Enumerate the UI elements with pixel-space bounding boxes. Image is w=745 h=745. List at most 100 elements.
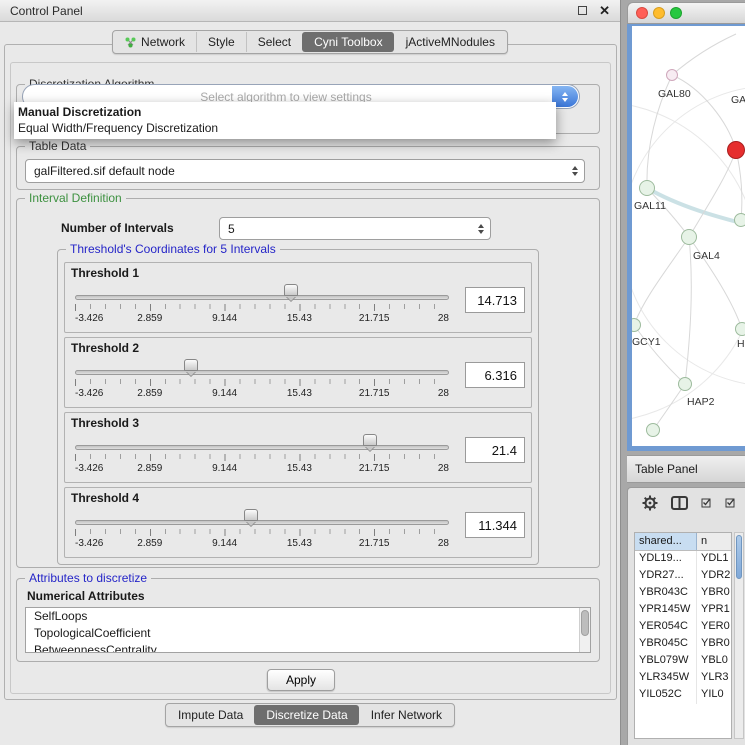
slider-thumb[interactable] [284, 284, 298, 296]
network-node[interactable] [681, 229, 697, 245]
table-row[interactable]: YLR345WYLR3 [635, 670, 731, 687]
threshold-1-slider[interactable]: -3.4262.8599.14415.4321.71528 [75, 282, 449, 330]
tab-style[interactable]: Style [196, 32, 246, 52]
network-node[interactable] [678, 377, 692, 391]
threshold-3-label: Threshold 3 [71, 416, 525, 432]
bottom-tab-bar: Impute DataDiscretize DataInfer Network [0, 703, 620, 727]
tab-cyni-toolbox[interactable]: Cyni Toolbox [302, 32, 393, 52]
threshold-2-label: Threshold 2 [71, 341, 525, 357]
column-header-name[interactable]: n [697, 533, 731, 550]
network-node[interactable] [666, 69, 678, 81]
network-icon [125, 37, 136, 48]
slider-track[interactable] [75, 295, 449, 300]
list-item[interactable]: TopologicalCoefficient [26, 625, 590, 642]
checkbox-icon[interactable] [701, 497, 712, 511]
threshold-3-value-field[interactable] [465, 437, 525, 463]
slider-scale-labels: -3.4262.8599.14415.4321.71528 [75, 313, 449, 325]
scale-label: 28 [438, 388, 449, 399]
column-header-shared-name[interactable]: shared... [635, 533, 697, 550]
slider-thumb[interactable] [184, 359, 198, 371]
numerical-attributes-list[interactable]: SelfLoopsTopologicalCoefficientBetweenne… [25, 607, 591, 653]
columns-icon[interactable] [671, 496, 688, 513]
scale-label: 21.715 [359, 463, 390, 474]
dropdown-option-manual-discretization[interactable]: Manual Discretization [14, 104, 556, 120]
table-row[interactable]: YDL19...YDL1 [635, 551, 731, 568]
close-icon[interactable]: ✕ [599, 3, 610, 19]
slider-scale-labels: -3.4262.8599.14415.4321.71528 [75, 388, 449, 400]
network-node-label: GA [731, 94, 745, 106]
table-data-combobox[interactable]: galFiltered.sif default node [25, 159, 585, 183]
threshold-3-slider[interactable]: -3.4262.8599.14415.4321.71528 [75, 432, 449, 480]
table-row[interactable]: YBR043CYBR0 [635, 585, 731, 602]
cell-name: YBL0 [697, 653, 731, 670]
threshold-4-value-field[interactable] [465, 512, 525, 538]
scale-label: 21.715 [359, 388, 390, 399]
scale-label: -3.426 [75, 463, 103, 474]
minimize-traffic-light-icon[interactable] [653, 7, 665, 19]
table-scrollbar[interactable] [734, 532, 744, 739]
slider-track[interactable] [75, 520, 449, 525]
node-attribute-table[interactable]: shared... n YDL19...YDL1YDR27...YDR2YBR0… [634, 532, 732, 739]
threshold-2-value-field[interactable] [465, 362, 525, 388]
slider-track[interactable] [75, 370, 449, 375]
stepper-arrows-icon[interactable] [478, 224, 484, 234]
network-node[interactable] [734, 213, 745, 227]
table-scrollbar-thumb[interactable] [736, 535, 742, 579]
group-title-attributes: Attributes to discretize [25, 571, 151, 585]
threshold-1-value-field[interactable] [465, 287, 525, 313]
cell-name: YDR2 [697, 568, 731, 585]
threshold-1-label: Threshold 1 [71, 266, 525, 282]
close-traffic-light-icon[interactable] [636, 7, 648, 19]
tab-jactivemnodules[interactable]: jActiveMNodules [394, 32, 506, 52]
network-node[interactable] [727, 141, 745, 159]
list-scrollbar-thumb[interactable] [581, 610, 589, 636]
apply-button[interactable]: Apply [267, 669, 335, 691]
list-item[interactable]: BetweennessCentrality [26, 642, 590, 653]
network-node[interactable] [627, 318, 641, 332]
tab-discretize-data[interactable]: Discretize Data [254, 705, 358, 725]
network-canvas[interactable]: GAL80GAGAL11GAL4GCY1HHAP2 [627, 24, 745, 451]
slider-thumb[interactable] [363, 434, 377, 446]
network-node[interactable] [639, 180, 655, 196]
scale-label: 2.859 [137, 388, 162, 399]
window-title: Control Panel [10, 4, 578, 18]
table-row[interactable]: YPR145WYPR1 [635, 602, 731, 619]
table-row[interactable]: YDR27...YDR2 [635, 568, 731, 585]
cell-name: YBR0 [697, 636, 731, 653]
table-panel: shared... n YDL19...YDL1YDR27...YDR2YBR0… [627, 487, 745, 745]
cell-shared-name: YIL052C [635, 687, 697, 704]
tab-network[interactable]: Network [114, 32, 196, 52]
slider-thumb[interactable] [244, 509, 258, 521]
list-item[interactable]: SelfLoops [26, 608, 590, 625]
zoom-traffic-light-icon[interactable] [670, 7, 682, 19]
control-panel-titlebar[interactable]: Control Panel ✕ [0, 0, 620, 22]
network-window-titlebar[interactable] [627, 2, 745, 24]
float-window-icon[interactable] [578, 6, 587, 15]
checkbox-icon[interactable] [725, 497, 736, 511]
tab-select[interactable]: Select [246, 32, 302, 52]
dropdown-option-equal-width-frequency[interactable]: Equal Width/Frequency Discretization [14, 120, 556, 136]
cell-name: YLR3 [697, 670, 731, 687]
scale-label: 9.144 [212, 388, 237, 399]
top-tab-segment: NetworkStyleSelectCyni ToolboxjActiveMNo… [112, 30, 508, 54]
table-row[interactable]: YIL052CYIL0 [635, 687, 731, 704]
tab-impute-data[interactable]: Impute Data [167, 705, 254, 725]
table-panel-header[interactable]: Table Panel [627, 455, 745, 483]
threshold-4-slider[interactable]: -3.4262.8599.14415.4321.71528 [75, 507, 449, 555]
table-row[interactable]: YBL079WYBL0 [635, 653, 731, 670]
table-row[interactable]: YER054CYER0 [635, 619, 731, 636]
tab-infer-network[interactable]: Infer Network [359, 705, 453, 725]
number-of-intervals-combobox[interactable]: 5 [219, 217, 491, 240]
stepper-arrows-icon[interactable] [572, 166, 578, 176]
threshold-2-slider[interactable]: -3.4262.8599.14415.4321.71528 [75, 357, 449, 405]
network-node-label: GAL4 [693, 250, 720, 262]
top-tab-bar: NetworkStyleSelectCyni ToolboxjActiveMNo… [0, 30, 620, 54]
network-node-label: GAL80 [658, 88, 691, 100]
list-scrollbar[interactable] [579, 608, 590, 652]
gear-icon[interactable] [642, 495, 658, 514]
table-panel-toolbar [628, 488, 745, 520]
table-row[interactable]: YBR045CYBR0 [635, 636, 731, 653]
network-node[interactable] [646, 423, 660, 437]
network-node[interactable] [735, 322, 745, 336]
slider-track[interactable] [75, 445, 449, 450]
